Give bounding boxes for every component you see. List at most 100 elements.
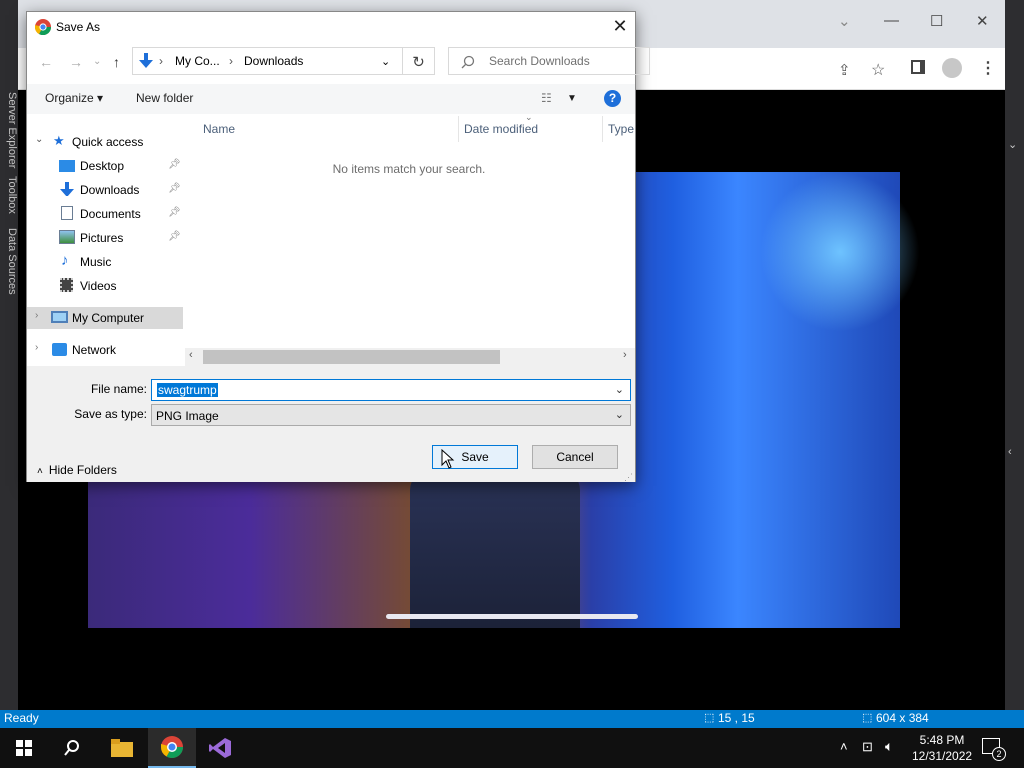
column-separator[interactable] [602,116,603,142]
file-list: Name Date modified ⌄ Type No items match… [183,112,635,348]
toolbox-tab[interactable]: Toolbox [6,176,18,214]
nav-pictures[interactable]: Pictures 📌︎ [27,227,183,249]
status-cursor: 15 , 15 [718,711,755,725]
new-folder-button[interactable]: New folder [136,91,193,105]
address-dropdown-icon[interactable]: ⌄ [381,55,390,68]
pin-icon[interactable]: 📌︎ [168,207,181,218]
search-placeholder: Search Downloads [489,54,590,68]
nav-documents[interactable]: Documents 📌︎ [27,203,183,225]
column-header-name[interactable]: Name [203,122,235,136]
refresh-button[interactable]: ↻ [403,47,435,75]
clock-date: 12/31/2022 [912,749,973,763]
nav-label: Documents [80,207,141,221]
nav-quick-access[interactable]: ⌄ ★ Quick access [27,131,183,153]
help-button[interactable]: ? [604,90,621,107]
recent-locations-icon[interactable]: ⌄ [93,56,101,67]
pin-icon[interactable]: 📌︎ [168,231,181,242]
column-separator[interactable] [458,116,459,142]
breadcrumb-my-computer[interactable]: My Co... [175,54,220,68]
clock[interactable]: 5:48 PM 12/31/2022 [912,732,972,764]
minimize-button[interactable]: — [884,12,899,29]
horizontal-scrollbar[interactable]: ‹ › [185,348,635,366]
hide-folders-button[interactable]: ˄ Hide Folders [37,463,117,477]
chevron-down-icon: ⌄ [614,409,624,421]
server-explorer-tab[interactable]: Server Explorer [6,92,18,168]
nav-label: Downloads [80,183,140,197]
computer-icon [51,311,68,323]
breadcrumb-separator: › [229,54,233,68]
dialog-titlebar[interactable]: Save As ✕ [27,12,635,42]
resize-grip-icon[interactable]: ⋰ [624,472,633,483]
scroll-left-icon[interactable]: ‹ [189,349,193,361]
chevron-down-icon[interactable]: ⌄ [1008,138,1017,151]
nav-downloads[interactable]: Downloads 📌︎ [27,179,183,201]
scroll-right-icon[interactable]: › [623,349,627,361]
visual-studio-taskbar-button[interactable] [196,728,244,768]
file-explorer-button[interactable] [98,728,146,768]
side-panel-icon[interactable] [911,60,925,74]
maximize-button[interactable]: ☐ [930,12,943,30]
cancel-button[interactable]: Cancel [532,445,618,469]
nav-music[interactable]: ♪ Music [27,251,183,273]
search-button[interactable] [48,728,96,768]
chevron-left-icon[interactable]: ‹ [1008,446,1012,458]
data-sources-tab[interactable]: Data Sources [6,228,18,295]
save-as-type-select[interactable]: PNG Image ⌄ [151,404,631,426]
visual-studio-icon [209,738,231,758]
up-arrow-icon[interactable]: ↑ [113,54,120,70]
chevron-down-icon[interactable]: ⌄ [615,383,624,396]
search-icon [461,55,475,69]
chevron-down-icon: ⌄ [35,134,44,145]
scrollbar-thumb[interactable] [203,350,500,364]
status-ready: Ready [4,711,39,725]
image-size-icon: ⬚ [862,712,873,724]
forward-arrow-icon[interactable]: → [69,54,83,70]
dialog-close-button[interactable]: ✕ [607,16,633,38]
horizontal-scroll-indicator[interactable] [386,614,638,619]
breadcrumb-separator: › [159,54,163,68]
search-icon [64,740,79,756]
command-bar: Organize ▾ New folder ☷ ▼ ? [27,84,635,114]
nav-network[interactable]: › Network [27,339,183,361]
save-as-type-value: PNG Image [156,409,219,423]
nav-desktop[interactable]: Desktop 📌︎ [27,155,183,177]
network-icon [52,343,67,356]
file-name-label: File name: [90,382,147,396]
share-icon[interactable]: ⇪ [838,61,851,79]
desktop-icon [59,160,75,172]
nav-label: Pictures [80,231,124,245]
view-options-icon[interactable]: ☷ [541,91,552,105]
chevron-right-icon: › [35,342,39,353]
view-dropdown-icon[interactable]: ▼ [567,93,577,104]
image-glow [760,172,920,332]
nav-label: Videos [80,279,117,293]
back-arrow-icon[interactable]: ← [39,54,53,70]
pin-icon[interactable]: 📌︎ [168,159,181,170]
address-bar[interactable]: › My Co... › Downloads ⌄ [132,47,403,75]
nav-label: Music [80,255,112,269]
cursor-position-icon: ⬚ [704,712,715,724]
start-button[interactable] [0,728,48,768]
chevron-up-icon[interactable]: ˄ [840,739,848,754]
close-button[interactable]: ✕ [976,12,989,30]
nav-label: My Computer [72,311,145,325]
nav-my-computer[interactable]: › My Computer [27,307,183,329]
file-name-input[interactable]: swagtrump ⌄ [151,379,631,401]
volume-icon[interactable]: 🔈︎ [885,738,893,755]
nav-label: Network [72,343,117,357]
folder-icon [111,739,133,757]
column-header-type[interactable]: Type [608,122,634,136]
pin-icon[interactable]: 📌︎ [168,183,181,194]
bookmark-star-icon[interactable]: ☆ [871,60,885,80]
organize-button[interactable]: Organize ▾ [45,91,103,105]
profile-avatar-icon[interactable] [942,58,962,78]
search-downloads-input[interactable]: Search Downloads [448,47,650,75]
breadcrumb-downloads[interactable]: Downloads [244,54,303,68]
nav-videos[interactable]: Videos [27,275,183,297]
network-icon[interactable]: ⊡ [862,739,873,755]
tab-search-icon[interactable]: ⌄ [838,12,851,30]
menu-kebab-icon[interactable]: ⋮ [980,58,996,78]
column-header-date-modified[interactable]: Date modified [464,122,538,136]
dialog-title: Save As [56,20,101,34]
chrome-taskbar-button[interactable] [148,728,196,768]
